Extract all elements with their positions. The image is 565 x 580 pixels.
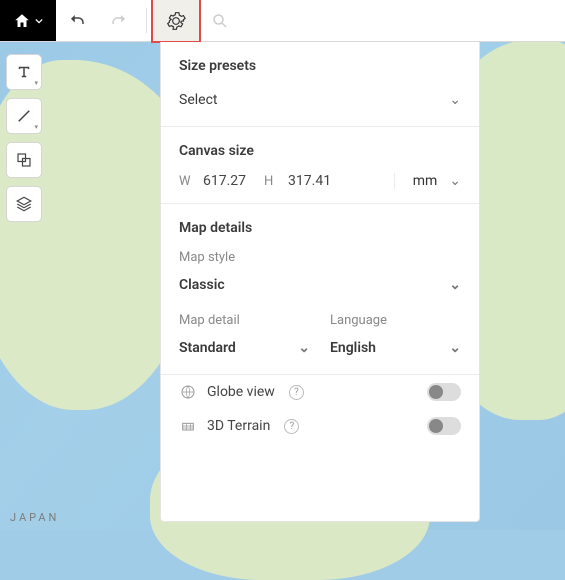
- gear-icon: [166, 11, 186, 31]
- chevron-down-icon: ⌄: [449, 173, 461, 189]
- line-tool[interactable]: ▾: [6, 98, 42, 134]
- text-tool[interactable]: ▾: [6, 54, 42, 90]
- settings-button[interactable]: [153, 0, 199, 41]
- height-value: 317.41: [288, 173, 331, 189]
- map-details-heading: Map details: [179, 220, 461, 236]
- height-label: H: [264, 174, 278, 189]
- shapes-tool[interactable]: [6, 142, 42, 178]
- chevron-down-icon: ⌄: [449, 277, 461, 293]
- line-icon: [15, 107, 33, 125]
- chevron-down-icon: ▾: [34, 123, 38, 131]
- canvas-size-heading: Canvas size: [179, 143, 461, 159]
- search-icon: [211, 12, 229, 30]
- help-icon[interactable]: ?: [289, 385, 304, 400]
- map-style-label: Map style: [179, 250, 461, 265]
- map-country-label: JAPAN: [10, 511, 59, 524]
- map-detail-label: Map detail: [179, 313, 310, 328]
- 3d-terrain-toggle[interactable]: [427, 417, 461, 435]
- side-toolbar: ▾ ▾: [6, 54, 42, 222]
- undo-icon: [68, 12, 86, 30]
- search-button[interactable]: [199, 0, 241, 41]
- globe-view-toggle[interactable]: [427, 383, 461, 401]
- unit-select[interactable]: mm ⌄: [394, 173, 461, 189]
- language-label: Language: [330, 313, 461, 328]
- chevron-down-icon: ⌄: [449, 92, 461, 108]
- height-input[interactable]: H 317.41: [264, 173, 331, 189]
- map-style-value: Classic: [179, 277, 225, 293]
- home-icon: [13, 12, 31, 30]
- size-presets-select[interactable]: Select ⌄: [179, 88, 461, 112]
- undo-button[interactable]: [56, 0, 98, 41]
- redo-button[interactable]: [98, 0, 140, 41]
- language-value: English: [330, 340, 376, 356]
- help-icon[interactable]: ?: [284, 419, 299, 434]
- home-button[interactable]: [0, 0, 56, 41]
- chevron-down-icon: ⌄: [449, 340, 461, 356]
- top-toolbar: [0, 0, 565, 42]
- width-label: W: [179, 174, 193, 189]
- map-detail-select[interactable]: Standard ⌄: [179, 336, 310, 360]
- chevron-down-icon: [35, 17, 43, 25]
- toolbar-separator: [146, 8, 147, 33]
- 3d-terrain-label: 3D Terrain: [207, 418, 270, 434]
- globe-view-label: Globe view: [207, 384, 275, 400]
- language-select[interactable]: English ⌄: [330, 336, 461, 360]
- settings-panel: Size presets Select ⌄ Canvas size W 617.…: [160, 42, 480, 522]
- chevron-down-icon: ⌄: [298, 340, 310, 356]
- size-presets-value: Select: [179, 92, 217, 108]
- globe-icon: [179, 384, 197, 400]
- text-icon: [15, 63, 33, 81]
- width-value: 617.27: [203, 173, 246, 189]
- terrain-icon: [179, 418, 197, 434]
- layers-tool[interactable]: [6, 186, 42, 222]
- redo-icon: [110, 12, 128, 30]
- chevron-down-icon: ▾: [34, 79, 38, 87]
- map-detail-value: Standard: [179, 340, 236, 356]
- shapes-icon: [15, 151, 33, 169]
- map-style-select[interactable]: Classic ⌄: [179, 273, 461, 297]
- unit-value: mm: [413, 173, 438, 189]
- width-input[interactable]: W 617.27: [179, 173, 246, 189]
- size-presets-heading: Size presets: [179, 58, 461, 74]
- layers-icon: [15, 195, 33, 213]
